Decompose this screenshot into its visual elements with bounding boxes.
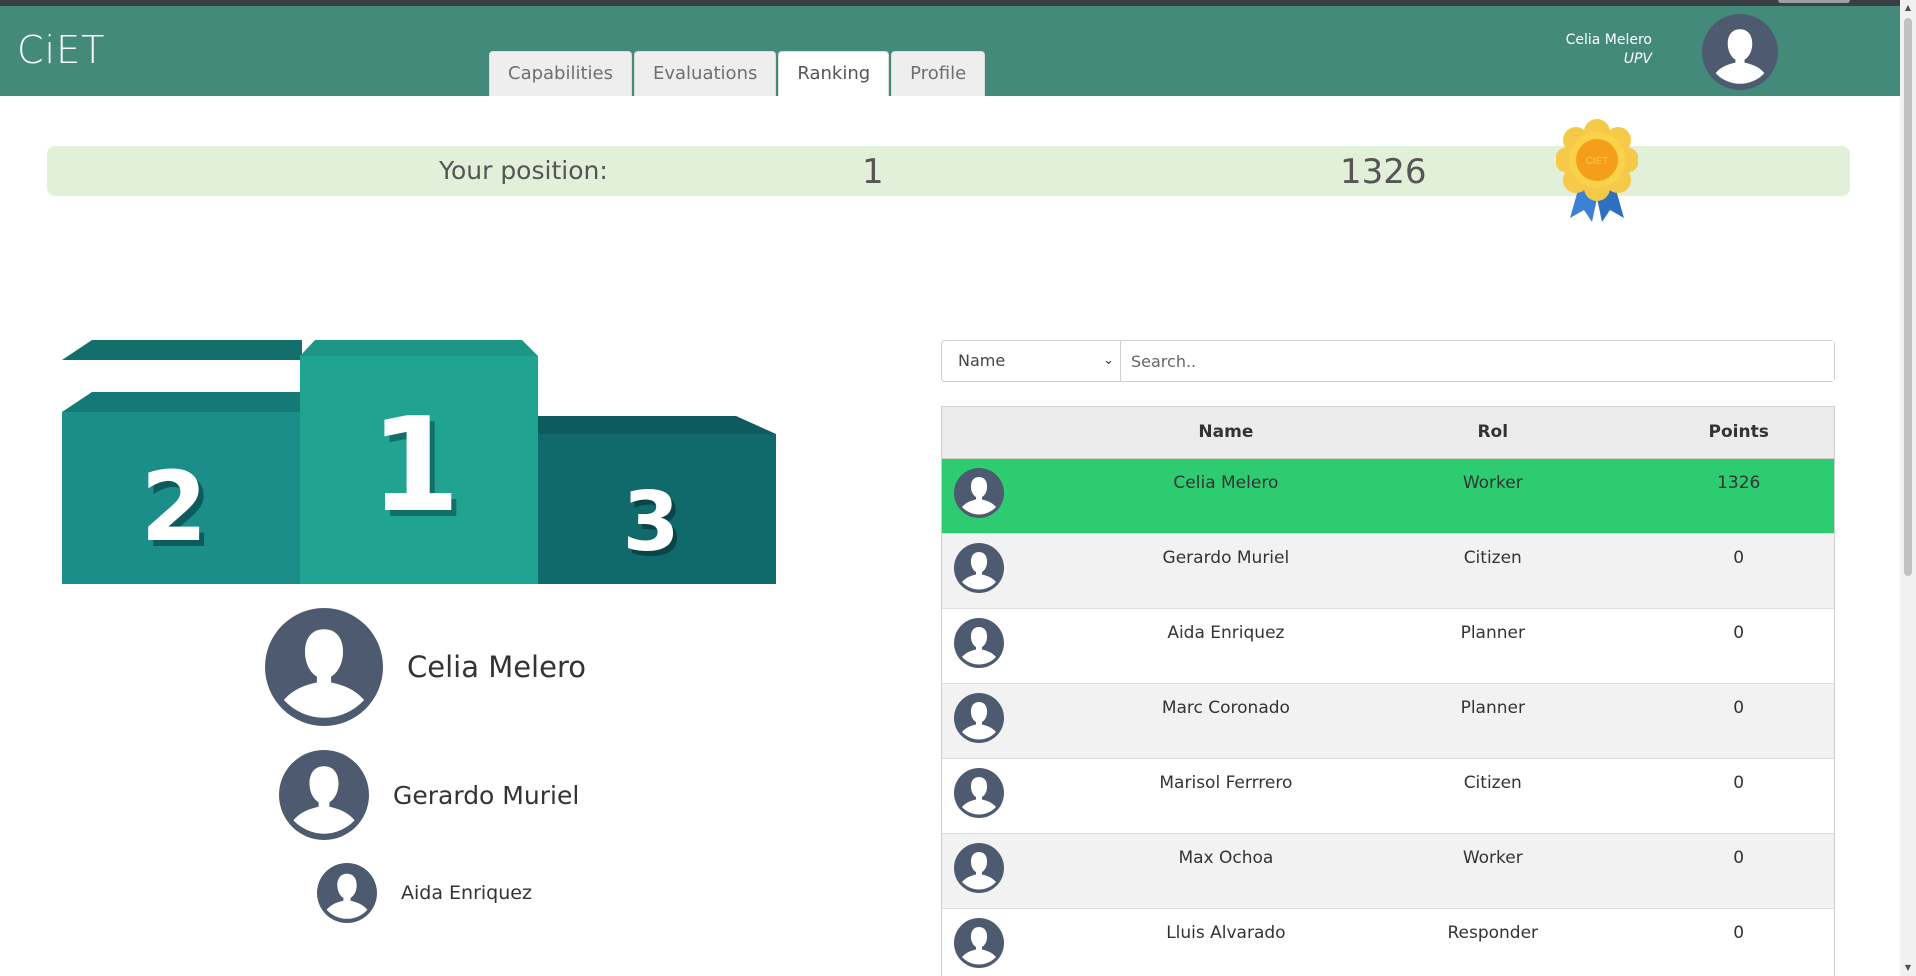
table-row[interactable]: Max Ochoa Worker 0 (942, 832, 1834, 908)
row-points: 1326 (1643, 457, 1834, 533)
row-points: 0 (1643, 757, 1834, 833)
user-info: Celia Melero UPV (1566, 32, 1652, 67)
column-header-avatar (942, 407, 1110, 459)
app-logo[interactable]: CiET (17, 28, 105, 72)
user-avatar-icon (279, 750, 369, 840)
position-points: 1326 (1340, 152, 1427, 192)
table-row[interactable]: Marc Coronado Planner 0 (942, 682, 1834, 758)
winner-second: Gerardo Muriel (279, 750, 579, 840)
user-name: Celia Melero (1565, 32, 1652, 48)
user-avatar-icon (942, 757, 1110, 833)
row-name: Marc Coronado (1109, 682, 1343, 758)
row-rol: Citizen (1342, 757, 1644, 833)
user-avatar-icon (942, 682, 1110, 758)
row-name: Max Ochoa (1109, 832, 1343, 908)
row-rol: Planner (1342, 607, 1644, 683)
user-avatar-icon (942, 907, 1110, 976)
user-avatar-icon (942, 457, 1110, 533)
podium-label-1: 1 (370, 389, 460, 541)
row-points: 0 (1643, 607, 1834, 683)
row-points: 0 (1643, 907, 1834, 976)
row-name: Celia Melero (1109, 457, 1343, 533)
user-avatar-icon (942, 532, 1110, 608)
row-rol: Worker (1342, 832, 1644, 908)
row-name: Aida Enriquez (1109, 607, 1343, 683)
tab-profile[interactable]: Profile (891, 51, 986, 96)
winner-name: Gerardo Muriel (393, 780, 580, 810)
scroll-up-icon[interactable]: ▲ (1900, 0, 1916, 16)
row-name: Marisol Ferrrero (1109, 757, 1343, 833)
row-rol: Planner (1342, 682, 1644, 758)
row-points: 0 (1643, 682, 1834, 758)
row-rol: Responder (1342, 907, 1644, 976)
row-rol: Citizen (1342, 532, 1644, 608)
user-avatar-icon (317, 863, 377, 923)
winner-third: Aida Enriquez (317, 863, 532, 923)
table-header-row: Name Rol Points (942, 407, 1834, 459)
column-header-rol[interactable]: Rol (1342, 407, 1644, 459)
table-row[interactable]: Marisol Ferrrero Citizen 0 (942, 757, 1834, 833)
winner-name: Celia Melero (407, 650, 586, 684)
page-scrollbar[interactable]: ▲ ▼ (1900, 0, 1916, 976)
column-header-points[interactable]: Points (1643, 407, 1834, 459)
table-row[interactable]: Gerardo Muriel Citizen 0 (942, 532, 1834, 608)
winner-name: Aida Enriquez (401, 882, 532, 904)
row-name: Lluis Alvarado (1109, 907, 1343, 976)
chevron-down-icon: ⌄ (1103, 353, 1114, 368)
user-avatar-icon[interactable] (1702, 14, 1778, 90)
ranking-filter: Name ⌄ (941, 340, 1835, 382)
user-avatar-icon (942, 832, 1110, 908)
row-points: 0 (1643, 532, 1834, 608)
podium-label-2: 2 (141, 451, 208, 563)
award-medal-icon: CIET (1555, 118, 1639, 224)
tab-evaluations[interactable]: Evaluations (634, 51, 777, 96)
position-label: Your position: (439, 156, 608, 185)
user-avatar-icon (265, 608, 383, 726)
browser-control[interactable] (1778, 0, 1850, 3)
winner-first: Celia Melero (265, 608, 586, 726)
filter-field-select[interactable]: Name ⌄ (942, 341, 1121, 381)
row-points: 0 (1643, 832, 1834, 908)
scrollbar-thumb[interactable] (1904, 18, 1912, 576)
podium-graphic: 2 2 1 1 3 3 (62, 340, 778, 636)
position-rank: 1 (862, 152, 884, 192)
tab-ranking[interactable]: Ranking (778, 51, 890, 96)
app-header: CiET Capabilities Evaluations Ranking Pr… (0, 6, 1900, 96)
main-tabs: Capabilities Evaluations Ranking Profile (489, 51, 987, 96)
row-name: Gerardo Muriel (1109, 532, 1343, 608)
user-organization: UPV (1623, 51, 1652, 67)
ranking-table: Name Rol Points Celia Melero Worker 1326 Ge… (941, 406, 1835, 976)
row-rol: Worker (1342, 457, 1644, 533)
search-input[interactable] (1121, 341, 1834, 381)
column-header-name[interactable]: Name (1109, 407, 1343, 459)
user-avatar-icon (942, 607, 1110, 683)
table-row[interactable]: Aida Enriquez Planner 0 (942, 607, 1834, 683)
scroll-down-icon[interactable]: ▼ (1900, 960, 1916, 976)
filter-selected-value: Name (958, 351, 1006, 370)
podium-label-3: 3 (622, 475, 679, 570)
tab-capabilities[interactable]: Capabilities (489, 51, 632, 96)
table-row[interactable]: Celia Melero Worker 1326 (942, 457, 1834, 533)
svg-text:CIET: CIET (1586, 156, 1609, 167)
table-row[interactable]: Lluis Alvarado Responder 0 (942, 907, 1834, 976)
